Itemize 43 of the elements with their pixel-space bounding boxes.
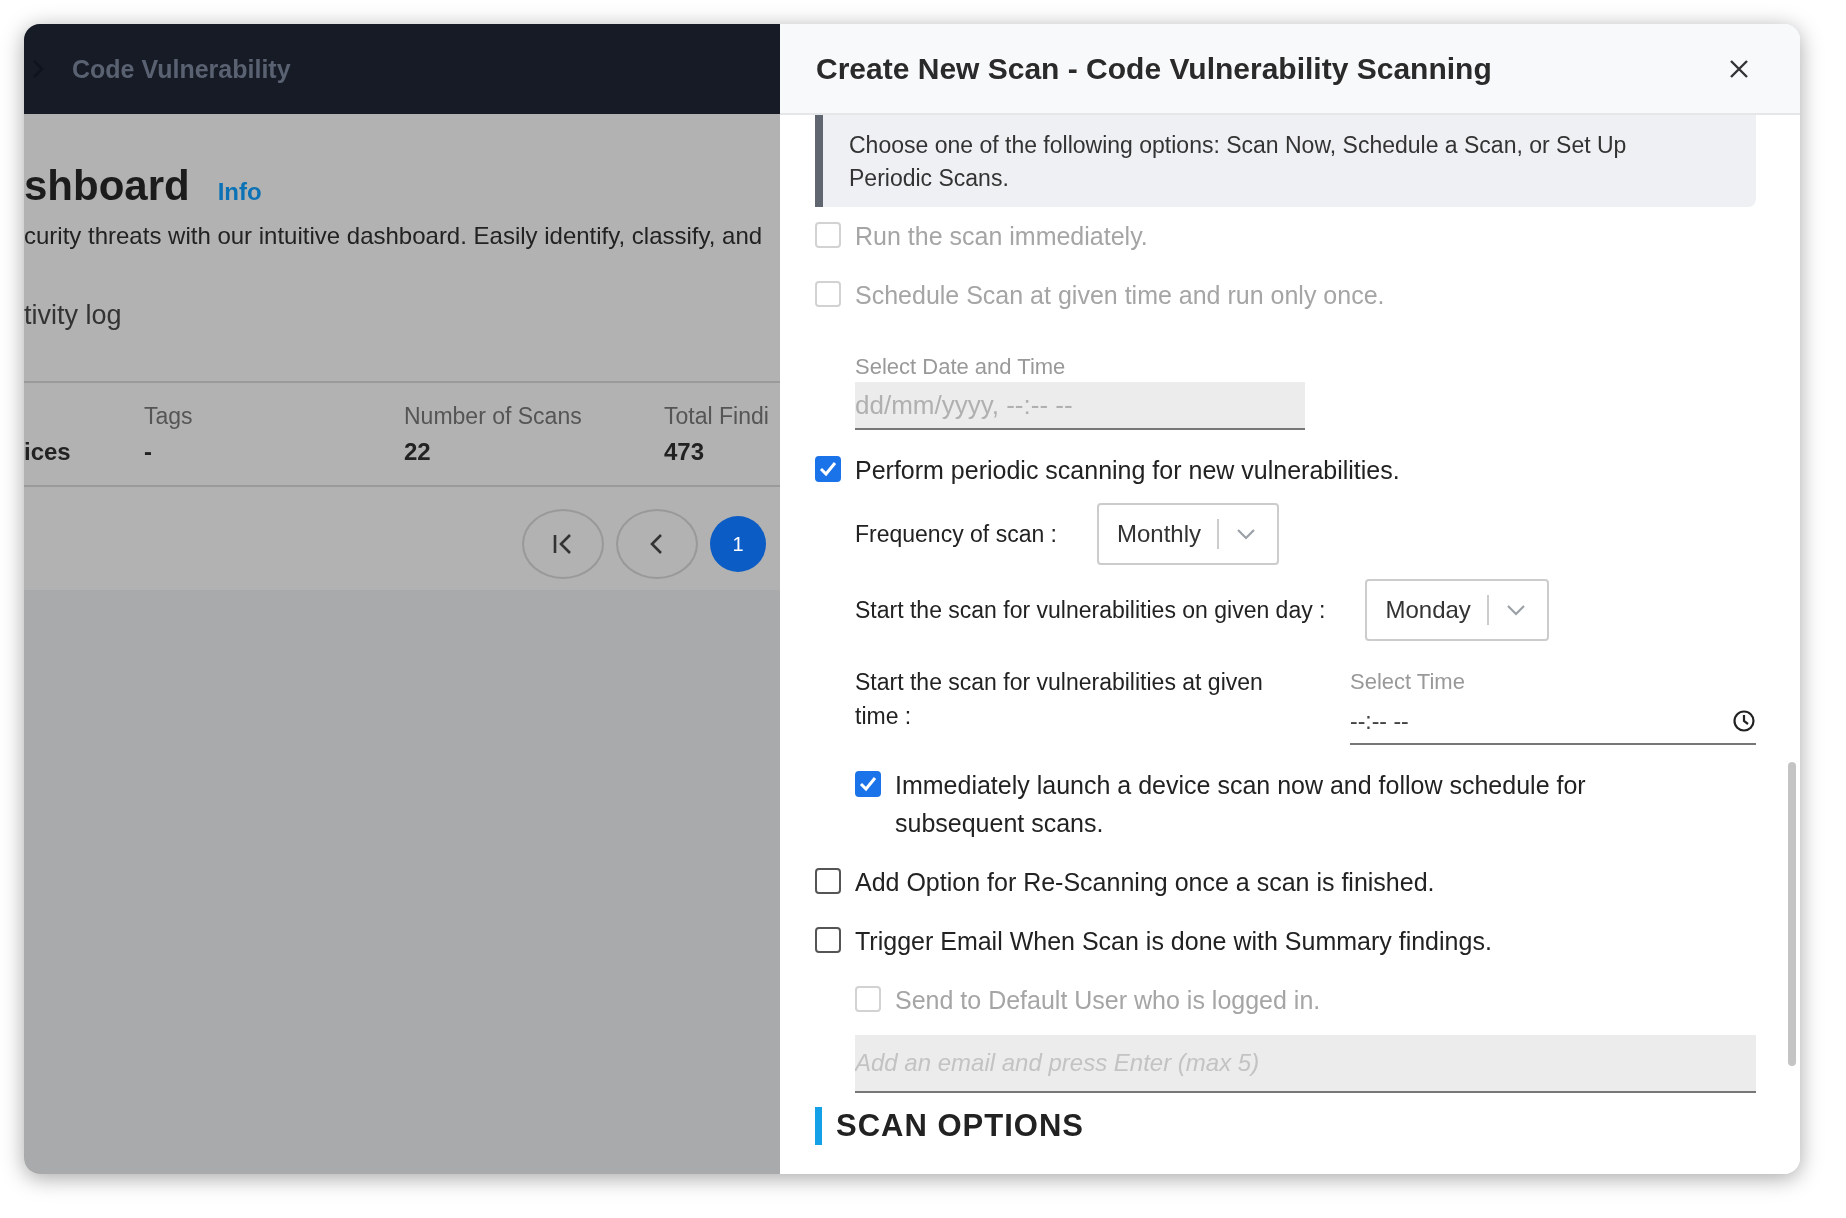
time-field[interactable]: --:-- --	[1350, 699, 1756, 745]
field-label: Frequency of scan :	[855, 520, 1057, 548]
clock-icon	[1732, 709, 1756, 733]
info-message: Choose one of the following options: Scan Now, Schedule a Scan, or Set Up Periodic Scans.	[815, 115, 1756, 207]
checkbox-label: Run the scan immediately.	[855, 221, 1148, 252]
table-cell-text: ices	[24, 437, 72, 466]
checkbox[interactable]	[815, 456, 841, 482]
scrollbar[interactable]	[1788, 762, 1796, 1066]
checkmark-icon	[858, 775, 878, 793]
checkbox-label: Schedule Scan at given time and run only once.	[855, 280, 1385, 311]
checkbox-label: Add Option for Re-Scanning once a scan is finished.	[855, 867, 1435, 898]
field-label: Select Date and Time	[855, 354, 1067, 380]
column-header: Total Findi	[664, 402, 770, 430]
column-header: Number of Scans	[404, 402, 583, 430]
table-cell-text: 22	[404, 437, 432, 466]
table-cell-text: 473	[664, 437, 706, 466]
close-icon	[1728, 57, 1750, 80]
chevron-down-icon	[1235, 527, 1258, 541]
page-button[interactable]: 1	[710, 516, 766, 572]
checkbox[interactable]	[855, 771, 881, 797]
checkmark-icon	[818, 460, 838, 478]
column-header: Tags	[144, 402, 194, 430]
page-title: shboard	[24, 162, 190, 210]
dialog-title: Create New Scan - Code Vulnerability Scanning	[816, 51, 1492, 86]
dropdown[interactable]: Monday	[1365, 579, 1549, 641]
previous-page-button[interactable]	[616, 509, 698, 579]
checkbox[interactable]	[815, 868, 841, 894]
chevron-left-icon	[649, 532, 665, 556]
chevron-down-icon	[1504, 603, 1527, 617]
field-label: Start the scan for vulnerabilities at given time :	[855, 668, 1264, 731]
checkbox-label: Perform periodic scanning for new vulnerabilities.	[855, 455, 1400, 486]
checkbox-label: Trigger Email When Scan is done with Summary findings.	[855, 926, 1492, 957]
checkbox-label: Send to Default User who is logged in.	[895, 985, 1321, 1016]
dropdown[interactable]: Monthly	[1097, 503, 1280, 565]
checkbox[interactable]	[815, 927, 841, 953]
section-heading: SCAN OPTIONS	[815, 1107, 1756, 1145]
first-page-button[interactable]	[522, 509, 604, 579]
table-cell-text: -	[144, 437, 153, 466]
field-label: Select Time	[1350, 668, 1466, 696]
page-description: curity threats with our intuitive dashboard. Easily identify, classify, and	[24, 222, 764, 250]
tab-label[interactable]: tivity log	[24, 300, 780, 331]
field-label: Start the scan for vulnerabilities on given day :	[855, 596, 1326, 624]
checkbox-label: Immediately launch a device scan now and follow schedule for subsequent scans.	[895, 770, 1587, 839]
